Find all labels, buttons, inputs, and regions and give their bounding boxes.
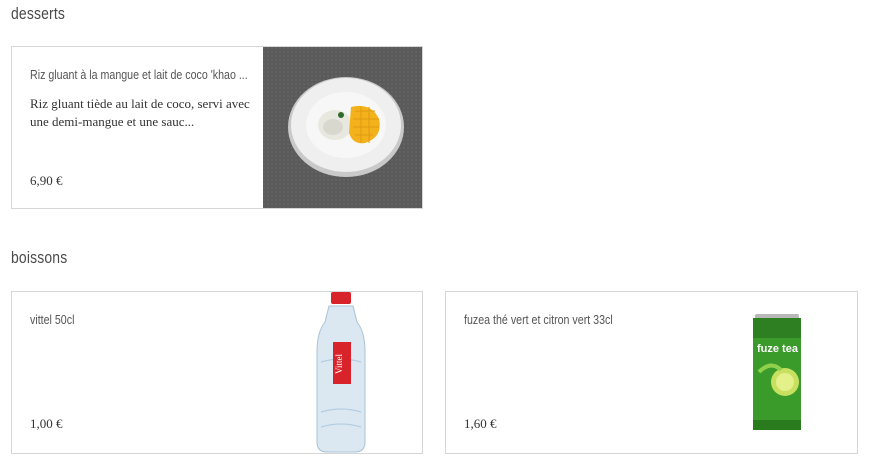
section-title-desserts: desserts [11,4,66,23]
section-title-boissons: boissons [11,248,68,267]
item-price: 1,00 € [30,416,63,431]
item-price: 6,90 € [30,173,63,188]
item-name: Riz gluant à la mangue et lait de coco '… [30,67,248,82]
fuzetea-label-text: fuze tea [757,343,799,355]
item-price: 1,60 € [464,416,497,431]
fuzetea-can-image: fuze tea [751,312,803,434]
menu-item-card[interactable]: vittel 50cl 1,00 € Vittel [11,291,423,454]
vittel-label-text: Vittel [334,354,344,374]
item-description: Riz gluant tiède au lait de coco, servi … [30,96,250,129]
menu-item-card[interactable]: Riz gluant à la mangue et lait de coco '… [11,46,423,209]
mango-sticky-rice-image [263,47,422,208]
vittel-bottle-image: Vittel [307,292,377,453]
item-name: fuzea thé vert et citron vert 33cl [464,312,613,327]
menu-item-card[interactable]: fuzea thé vert et citron vert 33cl 1,60 … [445,291,858,454]
item-name: vittel 50cl [30,312,75,327]
